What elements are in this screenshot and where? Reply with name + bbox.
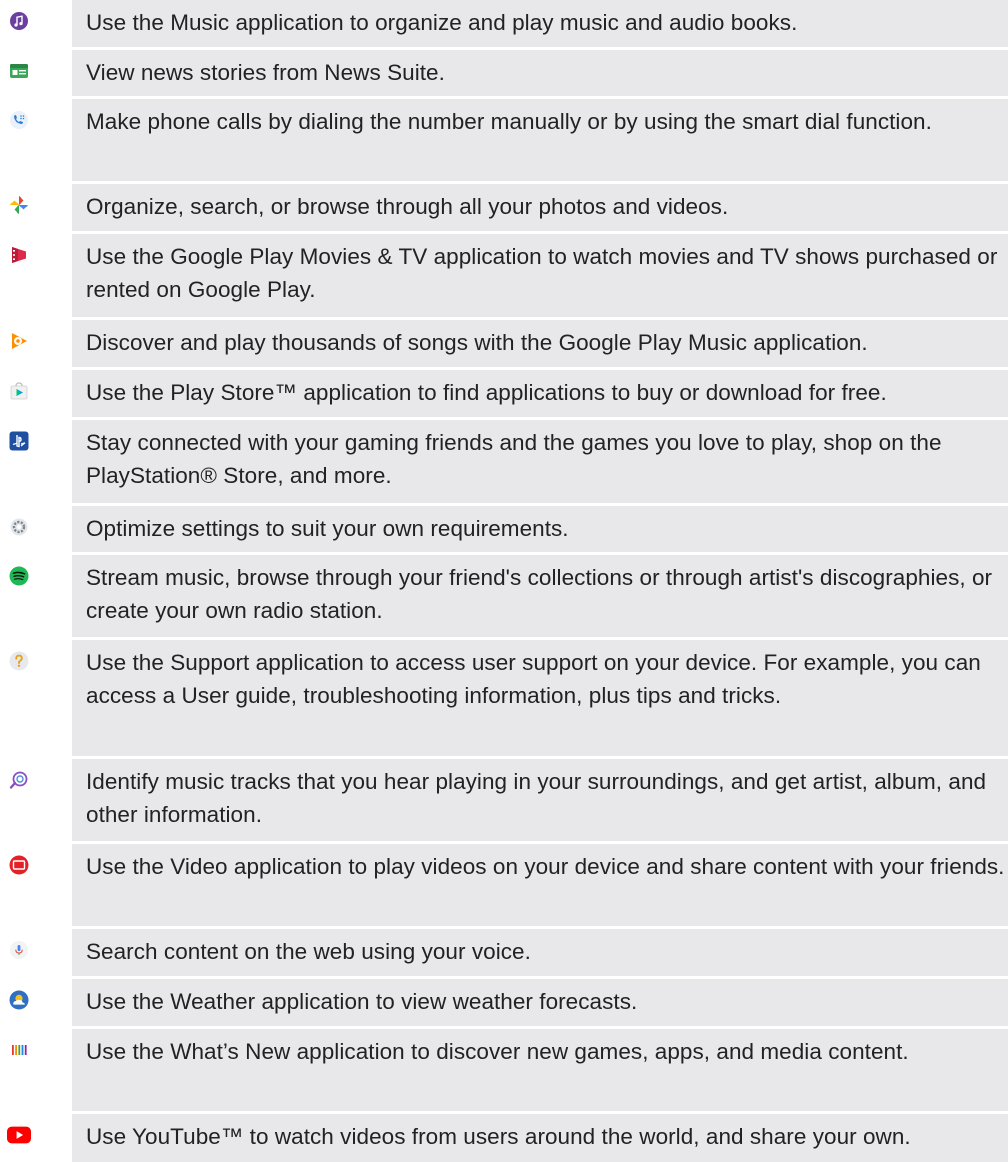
list-item: Use the Music application to organize an… <box>0 0 1008 47</box>
list-item: Use the Weather application to view weat… <box>0 979 1008 1026</box>
support-icon <box>9 651 29 671</box>
list-item: Use YouTube™ to watch videos from users … <box>0 1114 1008 1162</box>
playstation-icon <box>9 431 29 451</box>
video-icon <box>9 855 29 875</box>
app-description: Use YouTube™ to watch videos from users … <box>72 1114 1008 1162</box>
list-item: View news stories from News Suite. <box>0 50 1008 96</box>
app-description: Stay connected with your gaming friends … <box>72 420 1008 503</box>
music-icon <box>10 12 28 30</box>
list-item: Use the Google Play Movies & TV applicat… <box>0 234 1008 317</box>
list-item: Use the What’s New application to discov… <box>0 1029 1008 1111</box>
play-movies-icon <box>12 247 26 263</box>
photos-icon <box>10 196 28 214</box>
news-suite-icon <box>10 64 28 78</box>
list-item: Use the Support application to access us… <box>0 640 1008 756</box>
list-item: Discover and play thousands of songs wit… <box>0 320 1008 367</box>
app-description: Stream music, browse through your friend… <box>72 555 1008 637</box>
play-store-icon <box>10 382 28 400</box>
app-description: Identify music tracks that you hear play… <box>72 759 1008 841</box>
app-description: Optimize settings to suit your own requi… <box>72 506 1008 552</box>
spotify-icon <box>9 566 29 586</box>
app-description: View news stories from News Suite. <box>72 50 1008 96</box>
list-item: Use the Video application to play videos… <box>0 844 1008 926</box>
phone-icon <box>10 111 28 129</box>
app-description: Use the Video application to play videos… <box>72 844 1008 926</box>
list-item: Optimize settings to suit your own requi… <box>0 506 1008 552</box>
list-item: Organize, search, or browse through all … <box>0 184 1008 231</box>
app-description: Organize, search, or browse through all … <box>72 184 1008 231</box>
app-description: Use the Google Play Movies & TV applicat… <box>72 234 1008 317</box>
app-description: Use the What’s New application to discov… <box>72 1029 1008 1111</box>
app-description: Use the Weather application to view weat… <box>72 979 1008 1026</box>
whats-new-icon <box>12 1045 27 1055</box>
weather-icon <box>9 990 29 1010</box>
list-item: Identify music tracks that you hear play… <box>0 759 1008 841</box>
list-item: Stay connected with your gaming friends … <box>0 420 1008 503</box>
voice-search-icon <box>10 941 28 959</box>
app-description: Use the Support application to access us… <box>72 640 1008 756</box>
app-description: Search content on the web using your voi… <box>72 929 1008 976</box>
trackid-icon <box>9 771 28 789</box>
list-item: Search content on the web using your voi… <box>0 929 1008 976</box>
play-music-icon <box>12 333 27 349</box>
list-item: Make phone calls by dialing the number m… <box>0 99 1008 181</box>
settings-icon <box>10 518 28 536</box>
list-item: Stream music, browse through your friend… <box>0 555 1008 637</box>
youtube-icon <box>7 1126 31 1144</box>
app-description: Make phone calls by dialing the number m… <box>72 99 1008 181</box>
app-description: Use the Music application to organize an… <box>72 0 1008 47</box>
app-description: Use the Play Store™ application to find … <box>72 370 1008 417</box>
app-description: Discover and play thousands of songs wit… <box>72 320 1008 367</box>
list-item: Use the Play Store™ application to find … <box>0 370 1008 417</box>
